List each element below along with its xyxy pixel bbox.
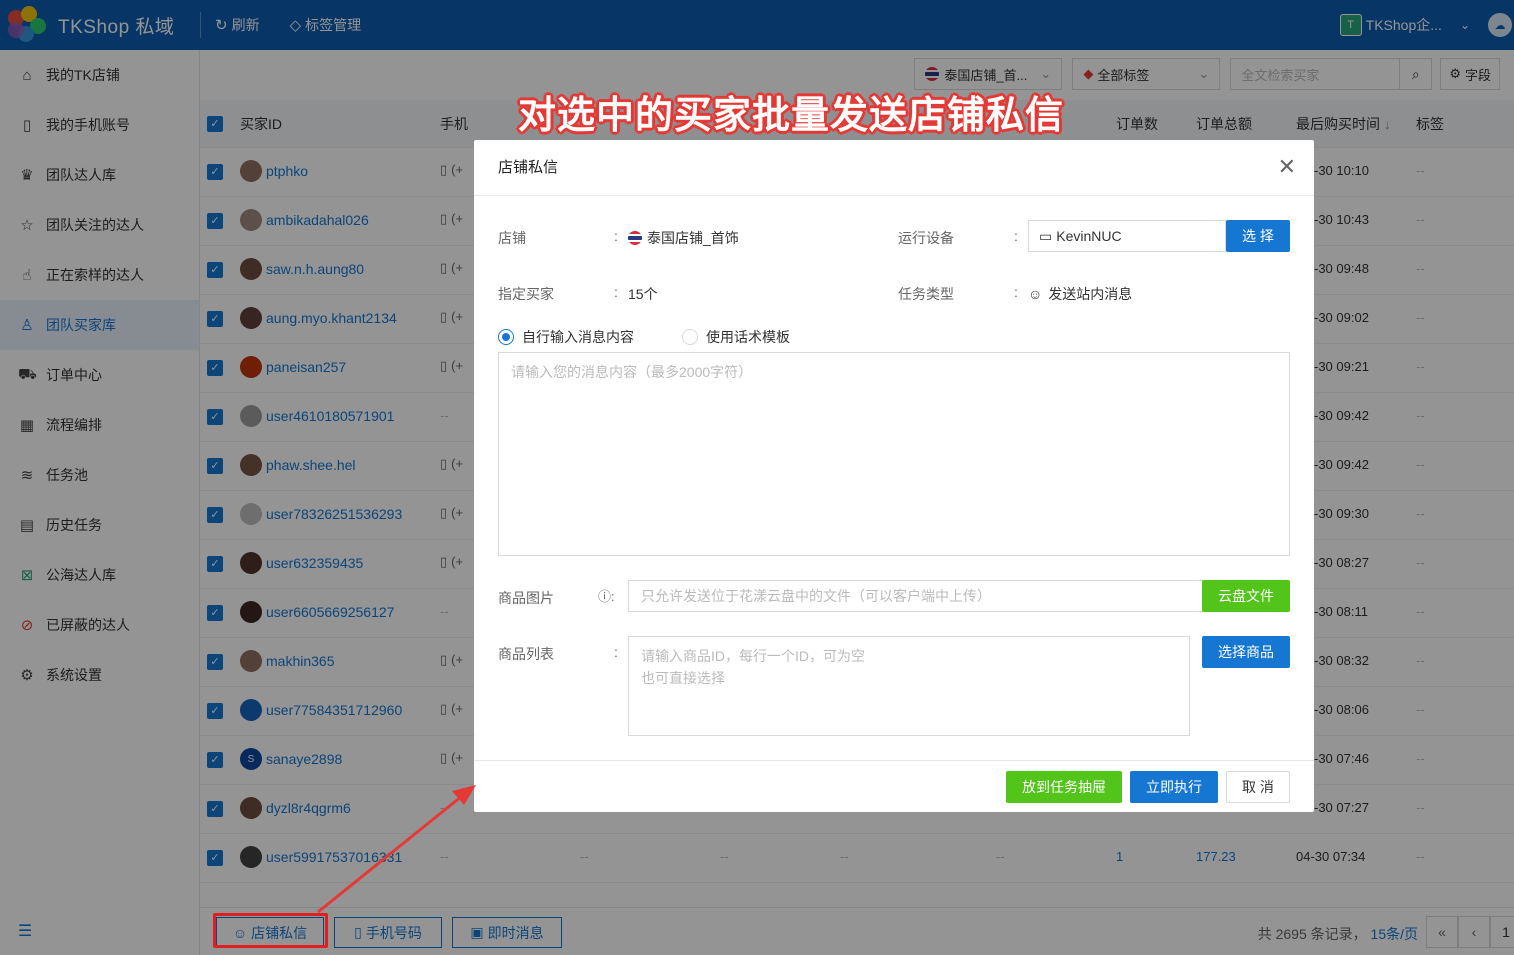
- annotation-arrow: [317, 785, 476, 914]
